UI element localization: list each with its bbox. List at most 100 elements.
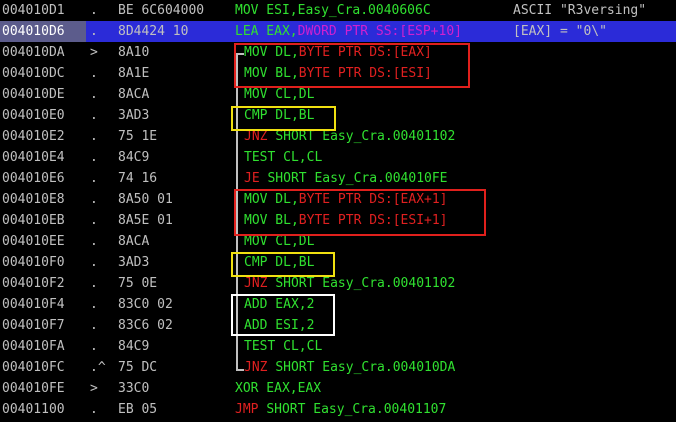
- address-cell: 004010FA: [2, 339, 65, 354]
- hex-dump-cell: 84C9: [118, 339, 150, 354]
- address-cell: 004010E0: [2, 108, 65, 123]
- disassembly-cell: MOV ESI,Easy_Cra.0040606C: [235, 0, 493, 21]
- address-cell: 004010DE: [2, 87, 65, 102]
- address-cell: 004010E6: [2, 171, 65, 186]
- jump-marker: .: [90, 276, 98, 291]
- highlight-box-compare-1: [231, 106, 336, 131]
- hex-dump-cell: 74 16: [118, 171, 158, 186]
- loop-bracket-bottom: [236, 369, 244, 371]
- disasm-row[interactable]: 004010E4. 84C9 TEST CL,CL: [0, 147, 676, 168]
- disasm-row[interactable]: 004010F2. 75 0E JNZ SHORT Easy_Cra.0040110…: [0, 273, 676, 294]
- highlight-box-increment: [231, 294, 335, 336]
- jump-marker: .: [90, 339, 98, 354]
- disassembly-cell: LEA EAX,DWORD PTR SS:[ESP+10]: [235, 21, 493, 42]
- address-cell: 004010F0: [2, 255, 65, 270]
- address-cell: 004010FC: [2, 360, 65, 375]
- disassembly-token: SHORT Easy_Cra.00401102: [275, 129, 456, 144]
- disassembly-token: SHORT Easy_Cra.004010FE: [267, 171, 448, 186]
- jump-marker: .: [90, 213, 98, 228]
- disasm-row[interactable]: 004010FC .^ 75 DC JNZ SHORT Easy_Cra.004010…: [0, 357, 676, 378]
- jump-marker: .: [90, 192, 98, 207]
- address-cell: 004010D1: [2, 3, 65, 18]
- address-cell: 004010F4: [2, 297, 65, 312]
- disassembly-token: TEST CL,CL: [244, 339, 323, 354]
- hex-dump-cell: 83C6 02: [118, 318, 173, 333]
- disassembly-token: JNZ: [244, 276, 276, 291]
- disasm-row[interactable]: 004010FA. 84C9 TEST CL,CL: [0, 336, 676, 357]
- disassembly-token: MOV CL,DL: [244, 87, 315, 102]
- comment-cell: ASCII "R3versing": [513, 3, 647, 18]
- disassembly-cell: JNZ SHORT Easy_Cra.004010DA: [244, 357, 502, 378]
- jump-marker: >: [90, 381, 98, 396]
- disasm-row[interactable]: 004010FE >33C0 XOR EAX,EAX: [0, 378, 676, 399]
- address-cell: 004010F7: [2, 318, 65, 333]
- jump-marker: .: [90, 297, 98, 312]
- hex-dump-cell: 8ACA: [118, 234, 150, 249]
- highlight-box-load-bytes-1: [234, 43, 470, 88]
- jump-marker: .: [90, 24, 98, 39]
- jump-marker: .: [90, 129, 98, 144]
- disassembly-token: JMP: [235, 402, 267, 417]
- address-cell: 004010D6: [2, 24, 65, 39]
- hex-dump-cell: 75 DC: [118, 360, 158, 375]
- hex-dump-cell: 75 1E: [118, 129, 158, 144]
- hex-dump-cell: 8ACA: [118, 87, 150, 102]
- jump-marker: .: [90, 3, 98, 18]
- hex-dump-cell: 83C0 02: [118, 297, 173, 312]
- hex-dump-cell: 3AD3: [118, 108, 150, 123]
- jump-marker: .: [90, 66, 98, 81]
- disasm-row[interactable]: 004010F4. 83C0 02 ADD EAX,2: [0, 294, 676, 315]
- disassembly-token: JE: [244, 171, 268, 186]
- disassembly-token: JNZ: [244, 360, 276, 375]
- disasm-row[interactable]: 004010E6. 74 16 JE SHORT Easy_Cra.004010FE: [0, 168, 676, 189]
- disassembly-token: DWORD PTR SS:[ESP+10]: [297, 24, 462, 39]
- disassembly-token: MOV CL,DL: [244, 234, 315, 249]
- disassembly-cell: JMP SHORT Easy_Cra.00401107: [235, 399, 493, 420]
- jump-marker: .: [90, 255, 98, 270]
- hex-dump-cell: 33C0: [118, 381, 150, 396]
- disassembly-token: TEST CL,CL: [244, 150, 323, 165]
- comment-cell: [EAX] = "0\": [513, 24, 607, 39]
- highlight-box-compare-2: [231, 252, 335, 277]
- jump-marker: .: [90, 87, 98, 102]
- disassembly-token: JNZ: [244, 129, 276, 144]
- hex-dump-cell: EB 05: [118, 402, 158, 417]
- disasm-row[interactable]: 004010E2. 75 1E JNZ SHORT Easy_Cra.0040110…: [0, 126, 676, 147]
- disassembly-token: SHORT Easy_Cra.00401102: [275, 276, 456, 291]
- disasm-row[interactable]: 004010F0. 3AD3 CMP DL,BL: [0, 252, 676, 273]
- address-cell: 004010DA: [2, 45, 65, 60]
- hex-dump-cell: 75 0E: [118, 276, 158, 291]
- hex-dump-cell: 8A1E: [118, 66, 150, 81]
- disassembly-token: XOR EAX,EAX: [235, 381, 322, 396]
- address-cell: 004010EE: [2, 234, 65, 249]
- disassembly-token: SHORT Easy_Cra.004010DA: [275, 360, 456, 375]
- disassembly-cell: TEST CL,CL: [244, 336, 502, 357]
- disassembly-cell: TEST CL,CL: [244, 147, 502, 168]
- jump-marker: .: [90, 150, 98, 165]
- jump-marker: .: [90, 234, 98, 249]
- jump-marker: >: [90, 45, 98, 60]
- jump-marker: .: [90, 318, 98, 333]
- disasm-row[interactable]: 00401100. EB 05 JMP SHORT Easy_Cra.0040110…: [0, 399, 676, 420]
- address-cell: 004010DC: [2, 66, 65, 81]
- disasm-row[interactable]: 004010D1. BE 6C604000 MOV ESI,Easy_Cra.004…: [0, 0, 676, 21]
- disassembly-cell: JE SHORT Easy_Cra.004010FE: [244, 168, 502, 189]
- hex-dump-cell: BE 6C604000: [118, 3, 205, 18]
- address-cell: 004010E8: [2, 192, 65, 207]
- disasm-row[interactable]: 004010E0. 3AD3 CMP DL,BL: [0, 105, 676, 126]
- address-cell: 004010E4: [2, 150, 65, 165]
- highlight-box-load-bytes-2: [234, 189, 486, 236]
- hex-dump-cell: 8D4424 10: [118, 24, 189, 39]
- disassembly-token: LEA EAX,: [235, 24, 298, 39]
- disasm-row-selected[interactable]: 004010D6. 8D4424 10 LEA EAX,DWORD PTR SS:[…: [0, 21, 676, 42]
- jump-marker: .: [90, 108, 98, 123]
- disassembly-token: SHORT Easy_Cra.00401107: [266, 402, 447, 417]
- jump-marker: .: [90, 171, 98, 186]
- hex-dump-cell: 8A5E 01: [118, 213, 173, 228]
- address-cell: 004010EB: [2, 213, 65, 228]
- jump-marker: .^: [90, 360, 106, 375]
- disassembly-token: MOV ESI,Easy_Cra.0040606C: [235, 3, 431, 18]
- jump-marker: .: [90, 402, 98, 417]
- hex-dump-cell: 8A50 01: [118, 192, 173, 207]
- disasm-row[interactable]: 004010F7. 83C6 02 ADD ESI,2: [0, 315, 676, 336]
